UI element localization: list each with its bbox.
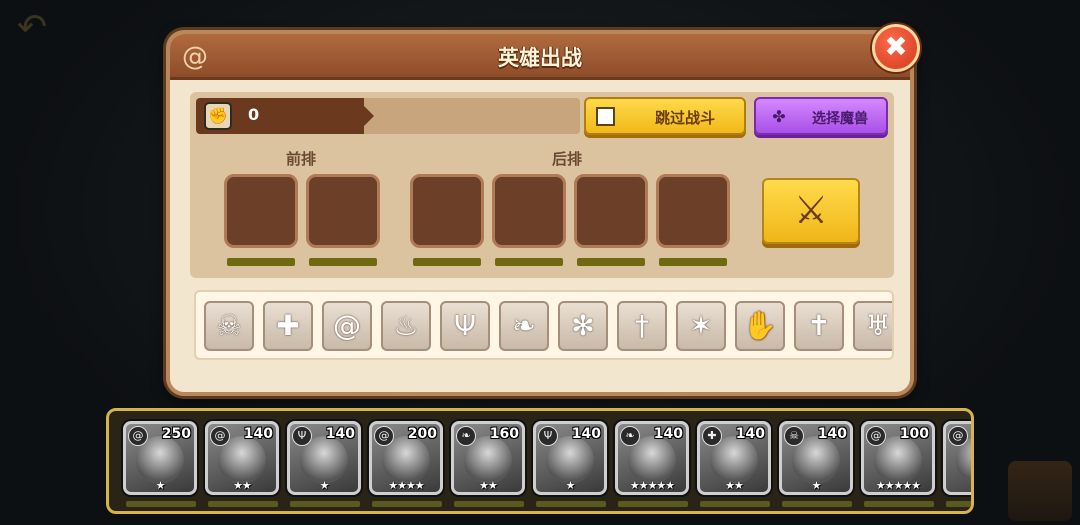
skip-battle-label: 跳过战斗 [654,109,715,127]
hero-card[interactable]: Ψ 140 ★ [287,421,361,495]
hero-card[interactable]: @140 ★★ [205,421,279,495]
hero-status-bar [372,501,442,507]
hero-faction-icon: ❧ [620,426,640,446]
hero-stars: ★★★★★ [875,479,921,492]
power-bar: ✊ 0 [196,98,580,134]
hero-stars: ★ [811,479,822,492]
hero-level: 140 [243,426,273,442]
swirl-icon[interactable]: @ [322,301,372,351]
front-slot-2[interactable] [306,174,380,248]
hero-status-bar [536,501,606,507]
back-slot-3[interactable] [574,174,648,248]
hero-level: 140 [325,426,355,442]
hero-status-bar [864,501,934,507]
hero-status-bar [290,501,360,507]
hero-level: 140 [735,426,765,442]
front-row-label: 前排 [286,150,317,168]
chest-icon [1008,461,1072,521]
back-slot-1[interactable] [410,174,484,248]
holy-cross-icon[interactable]: ✚ [263,301,313,351]
dialog-header: @ 英雄出战 [170,34,910,80]
hero-level: 140 [817,426,847,442]
start-battle-button[interactable]: ⚔ [762,178,860,244]
front-slot-1[interactable] [224,174,298,248]
front-slot-1-bar [227,258,295,266]
hero-faction-icon: @ [128,426,148,446]
hero-card[interactable]: @ [943,421,971,495]
hero-level: 140 [653,426,683,442]
hero-faction-icon: @ [210,426,230,446]
back-slot-1-bar [413,258,481,266]
hero-faction-icon: ☠ [784,426,804,446]
paw-icon: ✤ [772,107,786,126]
hero-stars: ★★ [233,479,252,492]
hero-status-bar [700,501,770,507]
back-row-label: 后排 [552,150,583,168]
hero-faction-icon: Ψ [538,426,558,446]
hero-card[interactable]: ✚ 140 ★★ [697,421,771,495]
hero-stars: ★ [319,479,330,492]
sword-icon[interactable]: † [617,301,667,351]
front-slot-2-bar [309,258,377,266]
select-beast-label: 选择魔兽 [812,111,868,127]
hero-level: 250 [161,426,191,442]
hero-stars: ★ [565,479,576,492]
hero-faction-icon: ❧ [456,426,476,446]
back-slot-4[interactable] [656,174,730,248]
hero-card[interactable]: @200 ★★★★ [369,421,443,495]
crossed-swords-icon: ⚔ [793,188,829,232]
hero-faction-icon: @ [374,426,394,446]
hero-tray: @250 ★ @140 ★★ Ψ 140 ★ @200 ★★★★ ❧ 160 ★★ Ψ 140 ★ ❧ 140 ★… [106,408,974,514]
back-slot-2[interactable] [492,174,566,248]
hero-status-bar [946,501,971,507]
paw-icon[interactable]: ✋ [735,301,785,351]
back-slot-3-bar [577,258,645,266]
hero-stars: ★★ [725,479,744,492]
hero-faction-icon: ✚ [702,426,722,446]
hero-card[interactable]: @250 ★ [123,421,197,495]
back-slot-4-bar [659,258,727,266]
faction-filter-bar: ☠ ✚ @ ♨ Ψ ❧ ✻ † ✶ ✋ ✝ ♅ [194,290,894,360]
dialog-title: 英雄出战 [498,46,582,70]
hero-level: 140 [571,426,601,442]
hero-status-bar [618,501,688,507]
hero-card[interactable]: ❧ 140 ★★★★★ [615,421,689,495]
skull-icon[interactable]: ☠ [204,301,254,351]
hero-card[interactable]: ❧ 160 ★★ [451,421,525,495]
hero-faction-icon: @ [866,426,886,446]
formation-panel: ✊ 0 跳过战斗 ✤ 选择魔兽 前排 后排 ⚔ [190,92,894,278]
select-beast-button[interactable]: ✤ 选择魔兽 [754,97,888,135]
hero-card[interactable]: Ψ 140 ★ [533,421,607,495]
hero-stars: ★ [155,479,166,492]
hero-stars: ★★★★ [388,479,424,492]
back-slot-2-bar [495,258,563,266]
hero-faction-icon: @ [948,426,968,446]
close-button[interactable]: ✖ [872,24,920,72]
hero-status-bar [208,501,278,507]
feather-icon[interactable]: ❧ [499,301,549,351]
star-burst-icon[interactable]: ✶ [676,301,726,351]
skip-battle-checkbox[interactable] [596,107,615,126]
hero-card[interactable]: @100 ★★★★★ [861,421,935,495]
hero-stars: ★★ [479,479,498,492]
pinwheel-icon[interactable]: ✻ [558,301,608,351]
hero-status-bar [782,501,852,507]
cross-icon[interactable]: ✝ [794,301,844,351]
hero-level: 200 [407,426,437,442]
hero-status-bar [454,501,524,507]
hero-level: 100 [899,426,929,442]
hero-stars: ★★★★★ [629,479,675,492]
hero-level: 160 [489,426,519,442]
hero-faction-icon: Ψ [292,426,312,446]
power-value: 0 [248,105,260,124]
back-arrow-icon[interactable]: ↶ [10,8,54,48]
skip-battle-button[interactable]: 跳过战斗 [584,97,746,135]
hero-status-bar [126,501,196,507]
flame-icon[interactable]: ♨ [381,301,431,351]
demon-icon[interactable]: ♅ [853,301,892,351]
hero-deploy-dialog: @ 英雄出战 ✖ ✊ 0 跳过战斗 ✤ 选择魔兽 前排 后排 ⚔ ☠ ✚ @ ♨… [166,24,920,396]
trident-icon[interactable]: Ψ [440,301,490,351]
hero-card[interactable]: ☠ 140 ★ [779,421,853,495]
fist-icon: ✊ [204,102,232,130]
